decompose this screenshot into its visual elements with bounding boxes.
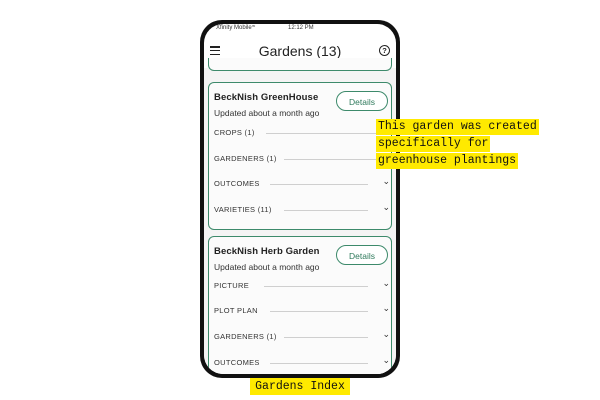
details-button[interactable]: Details <box>336 245 388 265</box>
status-time: 12:12 PM <box>288 25 314 31</box>
chevron-down-icon[interactable]: ⌄ <box>382 303 390 314</box>
chevron-down-icon[interactable]: ⌄ <box>382 329 390 340</box>
details-button[interactable]: Details <box>336 91 388 111</box>
section-plot-plan[interactable]: PLOT PLAN ⌄ <box>214 303 390 318</box>
section-crops[interactable]: CROPS (1) <box>214 126 390 140</box>
garden-name: BeckNish GreenHouse <box>214 92 319 103</box>
section-divider <box>270 184 368 185</box>
garden-name: BeckNish Herb Garden <box>214 246 320 257</box>
phone-frame: Xfinity Mobile ≈ 12:12 PM Gardens (13) ?… <box>200 20 400 378</box>
chevron-down-icon[interactable]: ⌄ <box>382 355 390 366</box>
chevron-down-icon[interactable]: ⌄ <box>382 176 390 187</box>
section-label: OUTCOMES <box>214 179 260 188</box>
section-outcomes[interactable]: OUTCOMES ⌄ <box>214 355 390 370</box>
section-divider <box>266 133 384 134</box>
section-label: CROPS (1) <box>214 128 255 137</box>
annotation-callout: This garden was created specifically for… <box>376 119 548 170</box>
section-label: VARIETIES (11) <box>214 205 272 214</box>
section-divider <box>270 311 368 312</box>
section-label: PLOT PLAN <box>214 306 258 315</box>
section-label: GARDENERS (1) <box>214 332 277 341</box>
help-circle-icon[interactable]: ? <box>379 45 390 56</box>
carrier-label: Xfinity Mobile <box>216 25 252 31</box>
status-bar: Xfinity Mobile ≈ 12:12 PM <box>204 24 396 34</box>
annotation-line: This garden was created <box>376 119 539 135</box>
page-title: Gardens (13) <box>258 43 342 59</box>
garden-updated: Updated about a month ago <box>214 108 320 118</box>
phone-screen: Xfinity Mobile ≈ 12:12 PM Gardens (13) ?… <box>204 24 396 374</box>
section-picture[interactable]: PICTURE ⌄ <box>214 278 390 293</box>
garden-updated: Updated about a month ago <box>214 262 320 272</box>
garden-card: BeckNish GreenHouse Updated about a mont… <box>208 82 392 230</box>
section-label: GARDENERS (1) <box>214 154 277 163</box>
section-label: OUTCOMES <box>214 358 260 367</box>
chevron-down-icon[interactable]: ⌄ <box>382 202 390 213</box>
section-gardeners[interactable]: GARDENERS (1) <box>214 152 390 166</box>
section-gardeners[interactable]: GARDENERS (1) ⌄ <box>214 329 390 344</box>
section-divider <box>284 210 368 211</box>
garden-card-partial <box>208 58 392 71</box>
wifi-icon: ≈ <box>252 24 256 30</box>
chevron-down-icon[interactable]: ⌄ <box>382 278 390 289</box>
section-outcomes[interactable]: OUTCOMES ⌄ <box>214 176 390 191</box>
section-varieties[interactable]: VARIETIES (11) ⌄ <box>214 202 390 217</box>
annotation-line: greenhouse plantings <box>376 153 519 169</box>
garden-card: BeckNish Herb Garden Updated about a mon… <box>208 236 392 374</box>
section-divider <box>284 337 368 338</box>
section-label: PICTURE <box>214 281 250 290</box>
gardens-list[interactable]: BeckNish GreenHouse Updated about a mont… <box>204 58 396 374</box>
section-divider <box>284 159 384 160</box>
section-divider <box>264 286 368 287</box>
screen-caption: Gardens Index <box>250 378 350 395</box>
annotation-line: specifically for <box>376 136 491 152</box>
section-divider <box>270 363 368 364</box>
